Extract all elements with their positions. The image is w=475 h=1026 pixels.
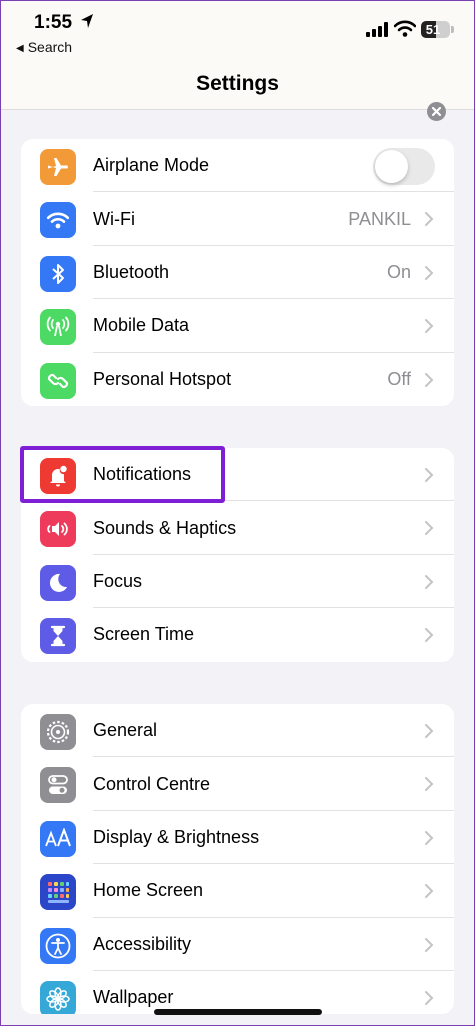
hotspot-status-value: Off bbox=[387, 368, 411, 389]
battery-percent: 51 bbox=[425, 22, 441, 37]
hourglass-icon bbox=[40, 618, 76, 655]
settings-row-label: Control Centre bbox=[93, 773, 211, 794]
settings-group-notifications: Notifications Sounds & Haptics Focus Scr… bbox=[21, 448, 454, 662]
accessibility-icon bbox=[40, 927, 76, 964]
settings-row-accessibility[interactable]: Accessibility bbox=[21, 918, 454, 971]
close-x-glyph bbox=[431, 106, 442, 117]
settings-row-label: Accessibility bbox=[93, 933, 192, 954]
bell-icon bbox=[40, 458, 76, 494]
settings-row-home-screen[interactable]: Home Screen bbox=[21, 864, 454, 918]
settings-row-display-brightness[interactable]: Display & Brightness bbox=[21, 811, 454, 865]
status-time: 1:55 bbox=[34, 12, 73, 33]
page-title: Settings bbox=[196, 72, 279, 95]
navigation-bar: Settings bbox=[0, 62, 475, 110]
settings-row-label: Wi-Fi bbox=[93, 208, 135, 229]
settings-row-label: Home Screen bbox=[93, 880, 204, 901]
close-icon[interactable] bbox=[427, 102, 446, 121]
settings-row-bluetooth[interactable]: Bluetooth On bbox=[21, 246, 454, 300]
battery-tip bbox=[451, 26, 454, 33]
bluetooth-icon bbox=[40, 255, 76, 292]
back-triangle-icon: ◀ bbox=[16, 43, 24, 54]
text-size-icon bbox=[40, 820, 76, 857]
status-bar: 1:55 ◀ Search 51 bbox=[0, 0, 475, 62]
settings-row-general[interactable]: General bbox=[21, 704, 454, 758]
settings-row-label: Personal Hotspot bbox=[93, 368, 232, 389]
settings-row-wifi[interactable]: Wi-Fi PANKIL bbox=[21, 192, 454, 246]
settings-row-label: Wallpaper bbox=[93, 987, 174, 1008]
toggle-knob bbox=[375, 150, 408, 183]
wifi-network-value: PANKIL bbox=[348, 208, 411, 229]
cellular-signal-icon bbox=[366, 22, 388, 37]
flower-icon bbox=[40, 980, 76, 1014]
settings-group-connectivity: Airplane Mode Wi-Fi PANKIL Bluetooth On … bbox=[21, 139, 454, 406]
home-indicator[interactable] bbox=[154, 1009, 322, 1015]
chevron-right-icon bbox=[425, 990, 434, 1005]
settings-row-label: Screen Time bbox=[93, 624, 195, 645]
hotspot-icon bbox=[40, 362, 76, 399]
chevron-right-icon bbox=[425, 628, 434, 643]
chevron-right-icon bbox=[425, 574, 434, 589]
settings-row-screen-time[interactable]: Screen Time bbox=[21, 608, 454, 661]
switches-icon bbox=[40, 767, 76, 804]
settings-row-label: Display & Brightness bbox=[93, 826, 260, 847]
settings-row-label: Focus bbox=[93, 570, 143, 591]
chevron-right-icon bbox=[425, 830, 434, 845]
back-to-search-link[interactable]: ◀ Search bbox=[16, 39, 72, 55]
settings-row-label: Notifications bbox=[93, 464, 192, 485]
settings-row-label: Airplane Mode bbox=[93, 155, 210, 176]
chevron-right-icon bbox=[425, 937, 434, 952]
airplane-mode-toggle[interactable] bbox=[373, 148, 435, 185]
chevron-right-icon bbox=[425, 521, 434, 536]
battery-indicator: 51 bbox=[421, 21, 450, 38]
chevron-right-icon bbox=[425, 319, 434, 334]
back-to-search-label: Search bbox=[27, 39, 73, 55]
chevron-right-icon bbox=[425, 777, 434, 792]
chevron-right-icon bbox=[425, 212, 434, 227]
speaker-icon bbox=[40, 511, 76, 548]
settings-row-label: Sounds & Haptics bbox=[93, 517, 237, 538]
settings-row-focus[interactable]: Focus bbox=[21, 555, 454, 609]
settings-row-personal-hotspot[interactable]: Personal Hotspot Off bbox=[21, 353, 454, 406]
settings-group-general: General Control Centre Display & Brightn… bbox=[21, 704, 454, 1014]
moon-icon bbox=[40, 564, 76, 601]
settings-row-label: Bluetooth bbox=[93, 261, 170, 282]
antenna-icon bbox=[40, 309, 76, 346]
grid-icon bbox=[40, 874, 76, 911]
chevron-right-icon bbox=[425, 468, 434, 482]
wifi-status-icon bbox=[394, 20, 416, 37]
wifi-icon bbox=[40, 202, 76, 239]
chevron-right-icon bbox=[425, 884, 434, 899]
settings-row-label: General bbox=[93, 720, 158, 741]
settings-row-wallpaper[interactable]: Wallpaper bbox=[21, 971, 454, 1014]
airplane-icon bbox=[40, 149, 76, 185]
settings-row-control-centre[interactable]: Control Centre bbox=[21, 757, 454, 811]
chevron-right-icon bbox=[425, 724, 434, 738]
chevron-right-icon bbox=[425, 372, 434, 387]
settings-row-sounds-haptics[interactable]: Sounds & Haptics bbox=[21, 501, 454, 555]
bluetooth-status-value: On bbox=[386, 261, 411, 282]
settings-row-label: Mobile Data bbox=[93, 315, 190, 336]
location-arrow-icon bbox=[81, 14, 93, 28]
settings-row-mobile-data[interactable]: Mobile Data bbox=[21, 299, 454, 353]
settings-row-airplane-mode[interactable]: Airplane Mode bbox=[21, 139, 454, 193]
settings-row-notifications[interactable]: Notifications bbox=[21, 448, 454, 502]
gear-icon bbox=[40, 714, 76, 750]
chevron-right-icon bbox=[425, 265, 434, 280]
